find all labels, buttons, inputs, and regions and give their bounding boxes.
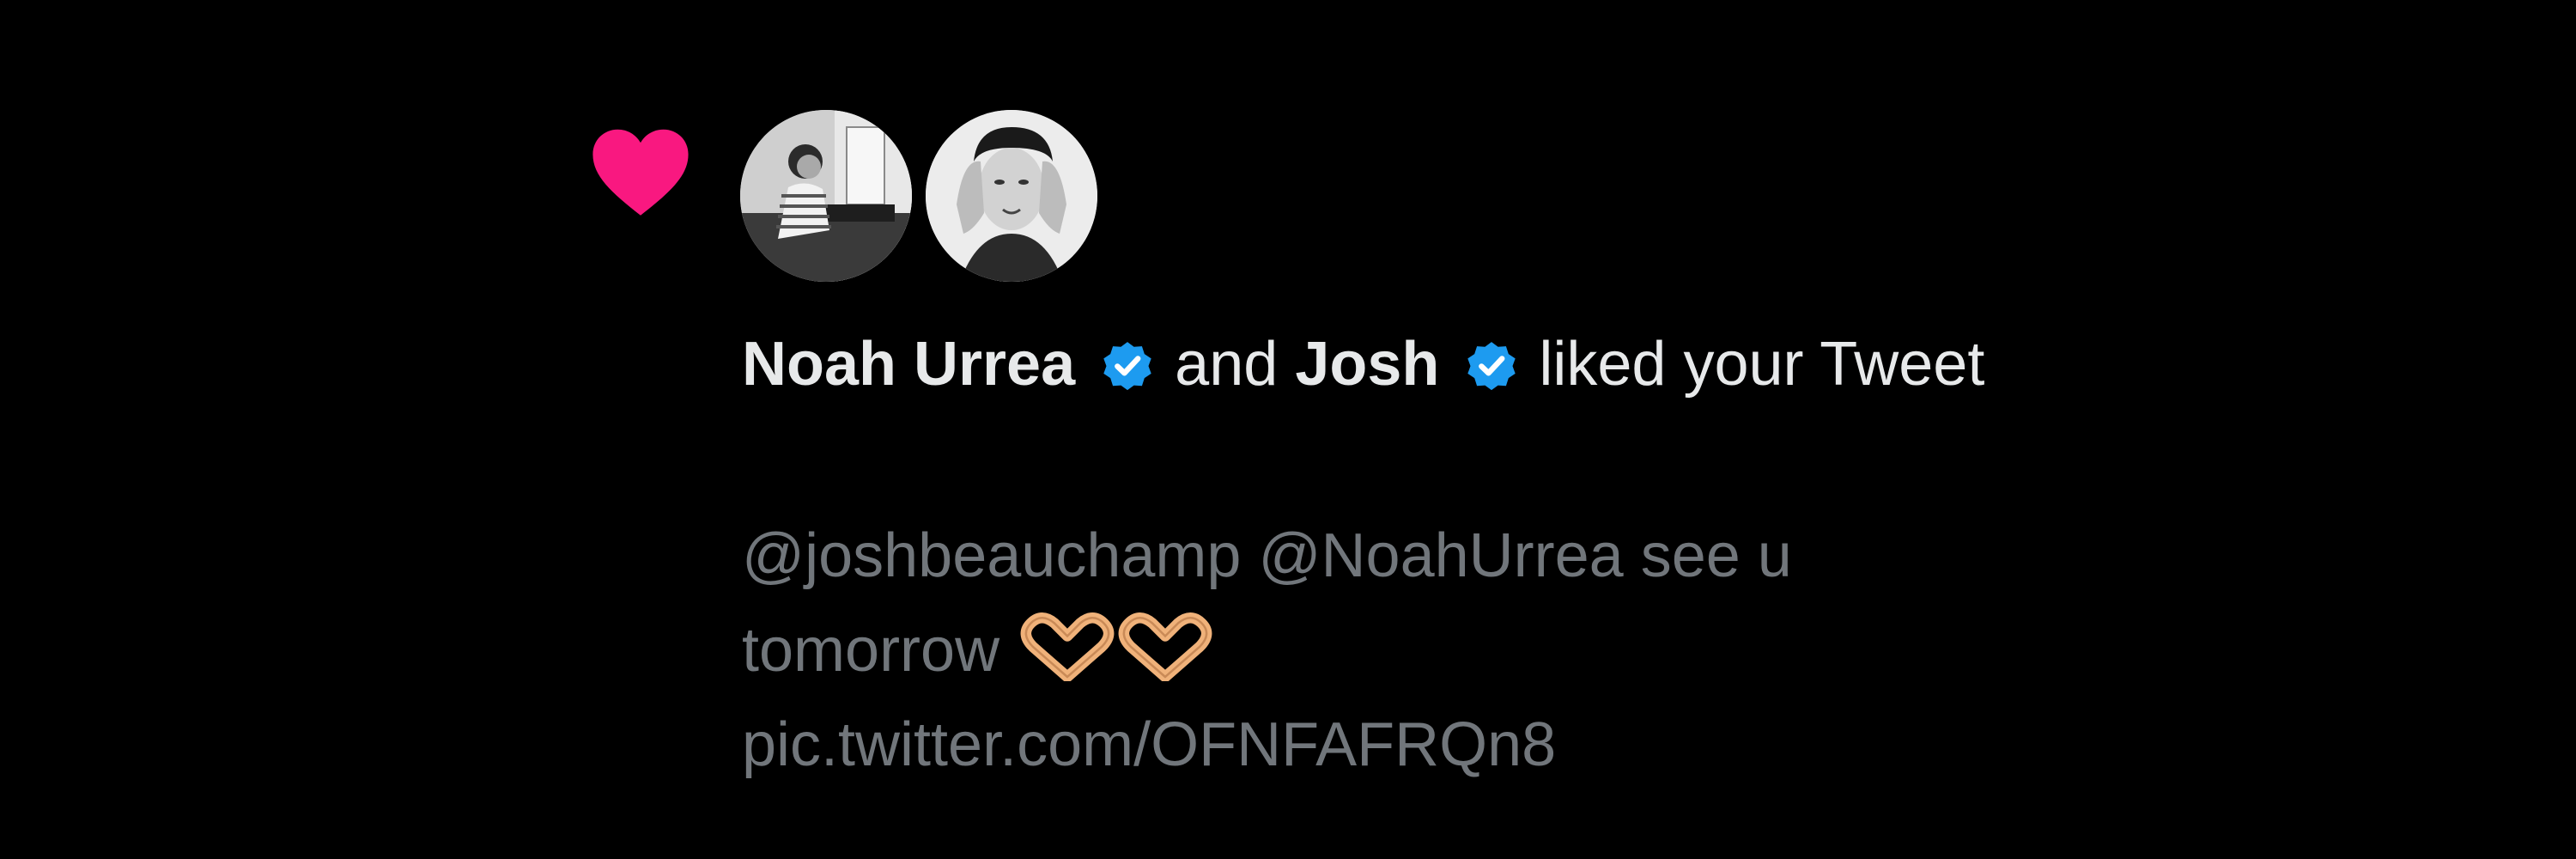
notification-text: Noah Urrea and Josh liked your Tweet	[742, 316, 2030, 412]
person-piano-icon	[740, 110, 912, 282]
conjunction-text: and	[1175, 330, 1279, 399]
verified-badge-icon	[1467, 342, 1516, 391]
heart-hands-emoji-icon	[1020, 612, 1115, 681]
heart-icon	[592, 129, 689, 216]
heart-hands-emoji-icon	[1118, 612, 1212, 681]
person-hands-on-head-icon	[926, 110, 1097, 282]
verified-badge-icon	[1103, 342, 1151, 391]
avatar-noah-urrea[interactable]	[740, 110, 912, 282]
tweet-preview[interactable]: @joshbeauchamp @NoahUrrea see u tomorrow…	[742, 509, 2030, 792]
user-name-josh[interactable]: Josh	[1295, 330, 1439, 399]
tweet-text: @joshbeauchamp @NoahUrrea see u tomorrow	[742, 521, 1792, 685]
user-name-noah[interactable]: Noah Urrea	[742, 330, 1075, 399]
action-text: liked your Tweet	[1539, 330, 1985, 399]
avatar-josh[interactable]	[926, 110, 1097, 282]
tweet-link[interactable]: pic.twitter.com/OFNFAFRQn8	[742, 710, 1556, 779]
